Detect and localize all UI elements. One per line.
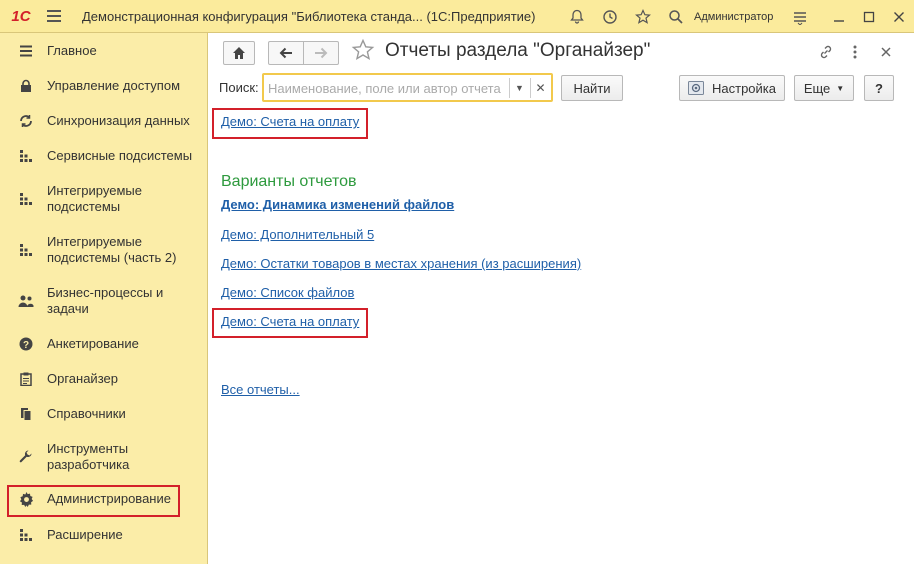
top-link-highlight-frame (212, 108, 368, 139)
grid-icon (17, 241, 35, 259)
settings-menu-icon[interactable] (783, 0, 816, 33)
home-icon (233, 47, 245, 59)
question-icon: ? (17, 335, 35, 353)
current-user[interactable]: Администратор (694, 11, 773, 23)
close-form-icon[interactable] (876, 42, 896, 62)
clear-icon[interactable]: ✕ (530, 78, 550, 98)
sidebar-item-label: Синхронизация данных (47, 113, 190, 128)
close-window-icon[interactable] (884, 0, 914, 33)
lock-icon (17, 77, 35, 95)
favorite-star-icon[interactable] (351, 38, 375, 68)
section-title-report-variants: Варианты отчетов (221, 173, 357, 190)
window-title: Демонстрационная конфигурация "Библиотек… (82, 8, 536, 24)
clipboard-icon (17, 370, 35, 388)
settings-panel-icon (688, 81, 704, 95)
window-controls (824, 0, 914, 33)
favorites-star-icon[interactable] (626, 0, 659, 33)
report-panel-form: Отчеты раздела "Органайзер" Поиск: ▼ ✕ Н… (209, 33, 914, 564)
search-label: Поиск: (219, 80, 259, 95)
search-field: ▼ ✕ (262, 73, 553, 102)
svg-text:?: ? (23, 340, 29, 351)
sidebar-item-label: Расширение (47, 527, 123, 542)
settings-button[interactable]: Настройка (679, 75, 785, 101)
sidebar-item-label: Инструменты разработчика (47, 441, 130, 472)
settings-button-label: Настройка (712, 80, 776, 96)
grid-icon (17, 147, 35, 165)
book-icon (17, 405, 35, 423)
help-button[interactable]: ? (864, 75, 894, 101)
sidebar-item-label: Сервисные подсистемы (47, 148, 193, 163)
sections-panel: Главное Управление доступом Синхронизаци… (0, 33, 208, 564)
more-button[interactable]: Еще ▼ (794, 75, 854, 101)
sidebar-item-label: Справочники (47, 406, 126, 421)
title-bar-tools: Администратор (560, 0, 816, 33)
sidebar-item-label: Главное (47, 43, 97, 58)
find-button[interactable]: Найти (561, 75, 623, 101)
home-button[interactable] (223, 41, 255, 65)
arrow-right-icon (315, 47, 328, 59)
back-button[interactable] (268, 41, 304, 65)
all-reports-link[interactable]: Все отчеты... (221, 382, 300, 397)
administration-highlight-frame (7, 485, 180, 517)
app-logo: 1С (11, 7, 31, 25)
maximize-icon[interactable] (854, 0, 884, 33)
sidebar-item-label: Бизнес-процессы и задачи (47, 285, 164, 316)
link-icon[interactable] (816, 42, 836, 62)
page-title: Отчеты раздела "Органайзер" (385, 40, 651, 61)
grid-icon (17, 190, 35, 208)
people-icon (17, 292, 35, 310)
sync-icon (17, 112, 35, 130)
main-menu-icon[interactable] (42, 0, 66, 33)
wrench-icon (17, 448, 35, 466)
report-variant-file-list[interactable]: Демо: Список файлов (221, 285, 354, 300)
sidebar-item-label: Управление доступом (47, 78, 181, 93)
report-variant-additional-5[interactable]: Демо: Дополнительный 5 (221, 227, 374, 242)
sidebar-item-label: Анкетирование (47, 336, 139, 351)
history-icon[interactable] (593, 0, 626, 33)
sidebar-item-label: Органайзер (47, 371, 118, 386)
minimize-icon[interactable] (824, 0, 854, 33)
title-bar: 1С Демонстрационная конфигурация "Библио… (0, 0, 914, 33)
list-icon (17, 42, 35, 60)
bell-icon[interactable] (560, 0, 593, 33)
grid-icon (17, 526, 35, 544)
forward-button[interactable] (303, 41, 339, 65)
arrow-left-icon (279, 47, 292, 59)
more-vertical-icon[interactable] (845, 42, 865, 62)
variant-link-highlight-frame (212, 308, 368, 338)
sidebar-item-label: Интегрируемые подсистемы (часть 2) (47, 234, 177, 265)
sidebar-item-label: Интегрируемые подсистемы (47, 183, 142, 214)
search-icon[interactable] (659, 0, 692, 33)
report-variant-file-changes[interactable]: Демо: Динамика изменений файлов (221, 197, 454, 212)
chevron-down-icon: ▼ (836, 83, 845, 93)
search-input[interactable] (268, 79, 504, 97)
dropdown-arrow-icon[interactable]: ▼ (509, 78, 529, 98)
report-variant-stock-balances[interactable]: Демо: Остатки товаров в местах хранения … (221, 256, 581, 271)
more-button-label: Еще (803, 80, 831, 96)
